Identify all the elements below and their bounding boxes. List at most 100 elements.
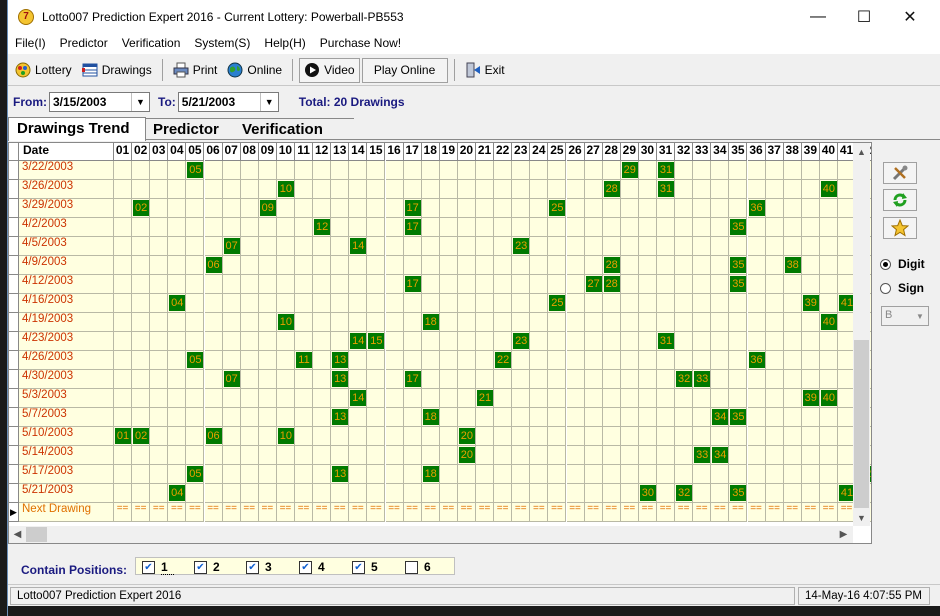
empty-cell[interactable] [457,218,476,237]
position-checkbox[interactable]: ✔ [299,560,312,574]
empty-cell[interactable] [657,351,676,370]
empty-cell[interactable] [295,199,314,218]
empty-cell[interactable] [313,313,332,332]
empty-cell[interactable] [801,237,820,256]
next-drawing-cell[interactable]: Next Drawing [19,503,114,522]
empty-cell[interactable] [657,427,676,446]
empty-cell[interactable] [150,408,169,427]
draw-date-cell[interactable]: 5/21/2003 [19,484,114,503]
empty-cell[interactable] [548,427,567,446]
position-option-2[interactable]: ✔ 2 [194,560,220,574]
empty-cell[interactable] [584,294,603,313]
empty-cell[interactable] [222,199,241,218]
hit-cell[interactable]: 17 [403,370,422,389]
horizontal-scroll-thumb[interactable] [26,527,47,542]
empty-cell[interactable] [276,218,295,237]
empty-cell[interactable] [240,370,259,389]
empty-cell[interactable] [620,446,639,465]
next-drawing-slot[interactable]: == [602,503,621,522]
empty-cell[interactable] [602,294,621,313]
next-drawing-slot[interactable]: == [638,503,657,522]
empty-cell[interactable] [258,446,277,465]
column-header-number[interactable]: 37 [765,143,784,161]
empty-cell[interactable] [638,237,657,256]
empty-cell[interactable] [765,408,784,427]
empty-cell[interactable] [620,180,639,199]
empty-cell[interactable] [421,427,440,446]
empty-cell[interactable] [620,199,639,218]
hit-cell[interactable]: 05 [186,465,205,484]
empty-cell[interactable] [132,180,151,199]
empty-cell[interactable] [367,484,386,503]
empty-cell[interactable] [240,389,259,408]
empty-cell[interactable] [584,370,603,389]
empty-cell[interactable] [711,351,730,370]
hit-cell[interactable]: 20 [457,427,476,446]
empty-cell[interactable] [783,408,802,427]
empty-cell[interactable] [331,484,350,503]
empty-cell[interactable] [584,351,603,370]
next-drawing-slot[interactable]: == [530,503,549,522]
tab-drawings-trend[interactable]: Drawings Trend [8,117,146,141]
maximize-button[interactable]: ☐ [841,0,887,33]
empty-cell[interactable] [168,332,187,351]
empty-cell[interactable] [367,370,386,389]
empty-cell[interactable] [439,408,458,427]
empty-cell[interactable] [222,484,241,503]
empty-cell[interactable] [258,237,277,256]
empty-cell[interactable] [204,484,223,503]
empty-cell[interactable] [385,256,404,275]
empty-cell[interactable] [240,332,259,351]
empty-cell[interactable] [657,237,676,256]
column-header-number[interactable]: 27 [584,143,603,161]
empty-cell[interactable] [476,180,495,199]
empty-cell[interactable] [476,199,495,218]
empty-cell[interactable] [729,389,748,408]
empty-cell[interactable] [367,313,386,332]
empty-cell[interactable] [530,408,549,427]
column-header-number[interactable]: 19 [439,143,458,161]
empty-cell[interactable] [512,180,531,199]
empty-cell[interactable] [747,237,766,256]
empty-cell[interactable] [457,275,476,294]
empty-cell[interactable] [385,218,404,237]
next-drawing-slot[interactable]: == [494,503,513,522]
empty-cell[interactable] [204,275,223,294]
vertical-scroll-thumb[interactable] [854,340,869,508]
empty-cell[interactable] [150,465,169,484]
empty-cell[interactable] [276,484,295,503]
row-selector[interactable] [9,180,19,199]
empty-cell[interactable] [186,370,205,389]
empty-cell[interactable] [801,180,820,199]
hit-cell[interactable]: 02 [132,427,151,446]
empty-cell[interactable] [566,294,585,313]
empty-cell[interactable] [385,180,404,199]
next-drawing-slot[interactable]: == [476,503,495,522]
row-selector[interactable] [9,256,19,275]
empty-cell[interactable] [675,465,694,484]
empty-cell[interactable] [439,465,458,484]
empty-cell[interactable] [638,446,657,465]
to-date-picker[interactable]: 5/21/2003 ▼ [177,92,279,112]
empty-cell[interactable] [729,370,748,389]
empty-cell[interactable] [150,351,169,370]
hit-cell[interactable]: 30 [638,484,657,503]
empty-cell[interactable] [675,332,694,351]
hit-cell[interactable]: 35 [729,275,748,294]
empty-cell[interactable] [222,313,241,332]
empty-cell[interactable] [819,275,838,294]
empty-cell[interactable] [295,446,314,465]
empty-cell[interactable] [765,446,784,465]
empty-cell[interactable] [258,332,277,351]
empty-cell[interactable] [114,484,133,503]
position-option-6[interactable]: 6 [405,560,431,574]
next-drawing-slot[interactable]: == [711,503,730,522]
empty-cell[interactable] [530,351,549,370]
hit-cell[interactable]: 33 [693,370,712,389]
empty-cell[interactable] [530,484,549,503]
empty-cell[interactable] [584,332,603,351]
empty-cell[interactable] [566,199,585,218]
column-header-number[interactable]: 03 [150,143,169,161]
empty-cell[interactable] [385,294,404,313]
empty-cell[interactable] [421,351,440,370]
